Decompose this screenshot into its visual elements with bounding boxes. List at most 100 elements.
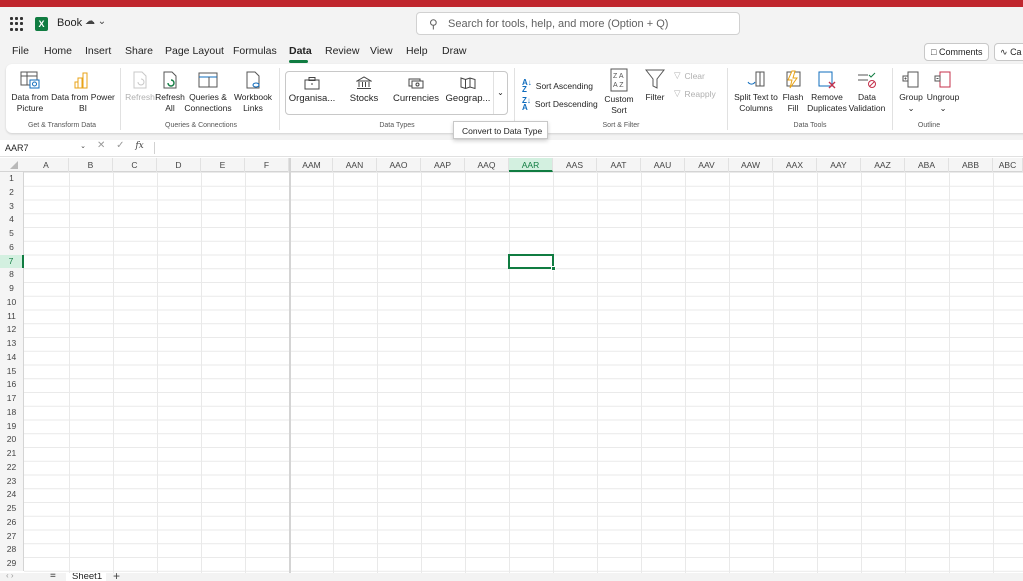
column-header[interactable]: ABB [949,158,993,172]
row-header[interactable]: 11 [0,309,24,324]
comments-button[interactable]: □ Comments [924,43,989,61]
column-header[interactable]: C [113,158,157,172]
row-header[interactable]: 20 [0,433,24,447]
column-header[interactable]: AAY [817,158,861,172]
split-text-to-columns-button[interactable]: Split Text to Columns [732,70,780,114]
column-header[interactable]: B [69,158,113,172]
custom-sort-button[interactable]: Z A A Z Custom Sort [600,68,638,116]
group-button[interactable]: Group ⌄ [897,70,925,114]
column-header[interactable]: AAV [685,158,729,172]
row-header[interactable]: 3 [0,199,24,214]
row-header[interactable]: 14 [0,350,24,365]
check-icon[interactable]: ✓ [116,140,124,151]
row-header[interactable]: 6 [0,240,24,255]
flash-fill-button[interactable]: Flash Fill [780,70,806,114]
column-header[interactable]: AAT [597,158,641,172]
tab-insert[interactable]: Insert [85,45,111,57]
refresh-all-button[interactable]: Refresh All [154,70,186,114]
row-header[interactable]: 10 [0,295,24,310]
tab-page-layout[interactable]: Page Layout [165,45,224,57]
sheet-tab-sheet1[interactable]: Sheet1 [66,573,106,581]
row-header[interactable]: 19 [0,419,24,434]
column-header[interactable]: E [201,158,245,172]
row-header[interactable]: 8 [0,268,24,282]
clear-filter-button[interactable]: ▽ Clear [674,70,705,81]
column-header[interactable]: AAN [333,158,377,172]
row-header[interactable]: 26 [0,515,24,530]
column-header[interactable]: ABA [905,158,949,172]
tab-share[interactable]: Share [125,45,153,57]
tab-review[interactable]: Review [325,45,359,57]
filter-button[interactable]: Filter [640,68,670,103]
row-header[interactable]: 29 [0,557,24,571]
row-header[interactable]: 24 [0,488,24,502]
row-header-selected[interactable]: 7 [0,254,24,269]
workbook-title[interactable]: Book [57,17,82,29]
column-header[interactable]: AAS [553,158,597,172]
data-type-organisation[interactable]: Organisa... [287,76,337,104]
chevron-down-icon[interactable]: ⌄ [80,142,86,150]
ungroup-button[interactable]: Ungroup ⌄ [925,70,961,114]
frozen-pane-divider[interactable] [289,158,291,573]
column-header[interactable]: ABC [993,158,1023,172]
add-sheet-button[interactable]: + [113,573,120,581]
data-from-power-bi-button[interactable]: Data from Power BI [50,70,116,114]
tab-draw[interactable]: Draw [442,45,467,57]
data-type-geography[interactable]: Geograp... [443,76,493,104]
tab-data[interactable]: Data [289,45,312,57]
tab-formulas[interactable]: Formulas [233,45,277,57]
row-header[interactable]: 28 [0,543,24,557]
search-box[interactable]: ⚲ Search for tools, help, and more (Opti… [416,12,740,35]
column-header[interactable]: AAM [291,158,333,172]
fill-handle[interactable] [551,266,556,271]
column-header[interactable]: AAZ [861,158,905,172]
row-header[interactable]: 23 [0,474,24,489]
column-header[interactable]: A [24,158,69,172]
data-type-currencies[interactable]: Currencies [391,76,441,104]
row-header[interactable]: 21 [0,447,24,461]
column-header[interactable]: AAQ [465,158,509,172]
cell-grid[interactable] [24,172,1023,573]
tab-view[interactable]: View [370,45,393,57]
row-header[interactable]: 2 [0,185,24,200]
all-sheets-menu-icon[interactable]: ≡ [50,573,56,581]
row-header[interactable]: 22 [0,460,24,475]
row-header[interactable]: 18 [0,405,24,420]
row-header[interactable]: 9 [0,282,24,296]
sheet-nav-arrows-icon[interactable]: ‹ › [6,573,14,580]
column-header[interactable]: AAX [773,158,817,172]
row-header[interactable]: 13 [0,337,24,351]
row-header[interactable]: 5 [0,227,24,241]
column-header[interactable]: AAO [377,158,421,172]
row-header[interactable]: 15 [0,364,24,379]
column-header[interactable]: AAW [729,158,773,172]
data-validation-button[interactable]: Data Validation [847,70,887,114]
sort-ascending-button[interactable]: A↓ Z Sort Ascending [522,79,593,94]
insert-function-icon[interactable]: fx [135,141,143,151]
column-header[interactable]: F [245,158,289,172]
column-header[interactable]: AAU [641,158,685,172]
tab-home[interactable]: Home [44,45,72,57]
row-header[interactable]: 16 [0,378,24,392]
sort-descending-button[interactable]: Z↓ A Sort Descending [522,97,598,112]
column-header[interactable]: AAP [421,158,465,172]
row-header[interactable]: 1 [0,172,24,186]
catch-up-button[interactable]: ∿ Ca [994,43,1023,61]
queries-connections-button[interactable]: Queries & Connections [184,70,232,114]
tab-help[interactable]: Help [406,45,428,57]
data-from-picture-button[interactable]: Data from Picture [8,70,52,114]
tab-file[interactable]: File [12,45,29,57]
row-header[interactable]: 25 [0,502,24,516]
data-type-stocks[interactable]: Stocks [339,76,389,104]
remove-duplicates-button[interactable]: Remove Duplicates [807,70,847,114]
select-all-corner[interactable] [10,161,18,169]
row-header[interactable]: 17 [0,392,24,406]
autosave-status-icon[interactable]: ☁ ⌄ [85,16,106,27]
data-types-more-button[interactable]: ⌄ [493,72,507,114]
workbook-links-button[interactable]: Workbook Links [231,70,275,114]
app-launcher-icon[interactable] [10,17,24,31]
cancel-icon[interactable]: ✕ [97,140,105,151]
row-header[interactable]: 12 [0,323,24,337]
column-header[interactable]: D [157,158,201,172]
name-box[interactable]: AAR7 ⌄ [2,141,88,155]
